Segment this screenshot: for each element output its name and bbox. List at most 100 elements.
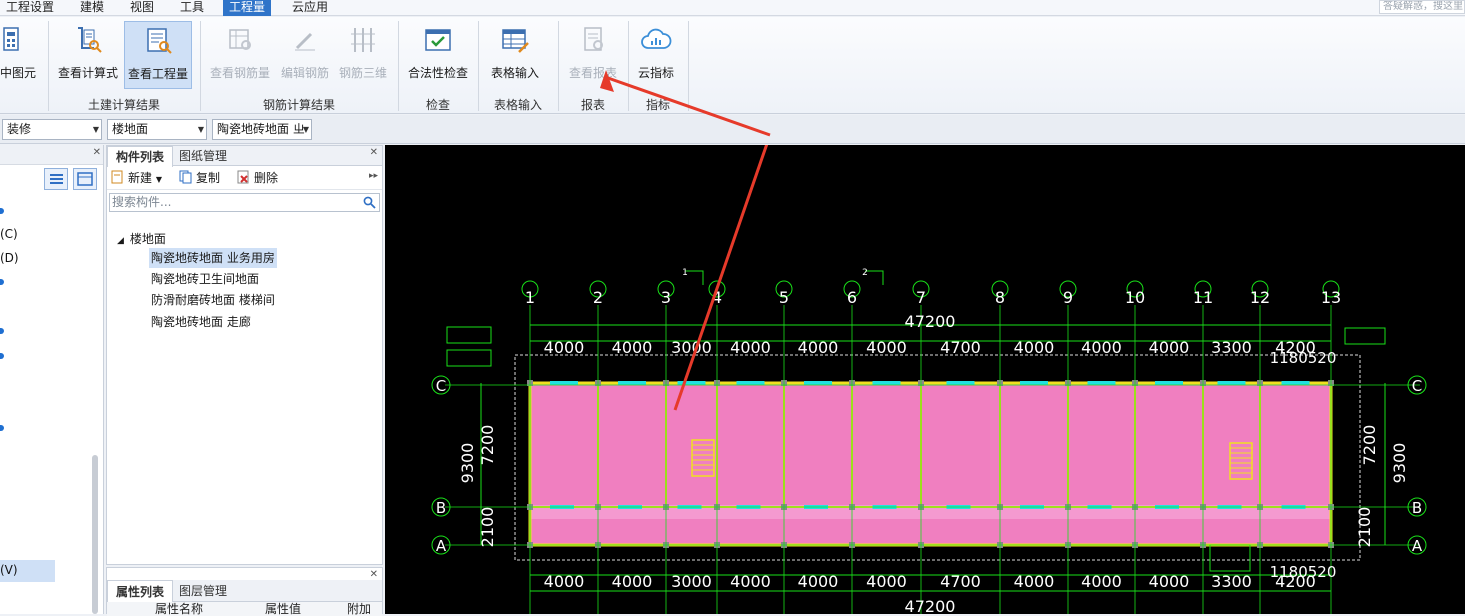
close-icon[interactable]: ✕ xyxy=(370,569,378,580)
menu-modeling[interactable]: 建模 xyxy=(74,0,110,16)
view-quantity-button[interactable]: 查看工程量 xyxy=(124,21,192,89)
list-view-button[interactable] xyxy=(44,168,68,190)
grid-view-button[interactable] xyxy=(73,168,97,190)
tab-drawing-management[interactable]: 图纸管理 xyxy=(171,146,235,167)
quantity-sheet-icon xyxy=(147,28,172,54)
close-icon[interactable]: ✕ xyxy=(370,147,378,158)
menu-view[interactable]: 视图 xyxy=(124,0,160,16)
group-check: 检查 xyxy=(425,98,450,112)
edit-rebar-button[interactable]: 编辑钢筋 xyxy=(276,21,334,89)
check-icon xyxy=(425,29,451,51)
bay-dimension-label: 3000 xyxy=(671,338,712,357)
axis-letter-label: A xyxy=(1412,537,1423,555)
nav-row-v[interactable]: (V) xyxy=(0,563,18,577)
tab-layer-management[interactable]: 图层管理 xyxy=(171,580,235,602)
edit-rebar-label: 编辑钢筋 xyxy=(280,66,329,80)
bay-dimension-label: 4700 xyxy=(940,572,981,591)
nav-row-d[interactable]: (D) xyxy=(0,251,19,265)
menu-project-settings[interactable]: 工程设置 xyxy=(0,0,60,16)
menu-tools[interactable]: 工具 xyxy=(174,0,210,16)
partial-element-button[interactable]: 中图元 xyxy=(0,21,42,89)
table-input-button[interactable]: 表格输入 xyxy=(484,21,546,89)
delete-component-button[interactable]: 删除 xyxy=(237,169,278,187)
view-report-label: 查看报表 xyxy=(568,66,617,80)
menu-bar: 工程设置 建模 视图 工具 工程量 云应用 答疑解惑，搜这里 xyxy=(0,0,1465,16)
chevron-down-icon: ▼ xyxy=(92,125,99,134)
side-segment-label: 7200 xyxy=(1360,425,1379,466)
bay-dimension-label: 4000 xyxy=(544,338,585,357)
cloud-chart-icon xyxy=(641,28,672,49)
more-icon[interactable]: ▸▸ xyxy=(369,171,378,181)
view-report-button[interactable]: 查看报表 xyxy=(564,21,622,89)
chevron-down-icon: ▼ xyxy=(155,175,162,184)
help-search-input[interactable]: 答疑解惑，搜这里 xyxy=(1379,0,1465,14)
window xyxy=(1020,381,1048,385)
nav-row-c[interactable]: (C) xyxy=(0,227,18,241)
bay-dimension-label: 4000 xyxy=(1081,572,1122,591)
close-icon[interactable]: ✕ xyxy=(93,147,101,158)
new-file-icon xyxy=(111,170,123,184)
tab-property-list[interactable]: 属性列表 xyxy=(107,580,174,602)
component-select[interactable]: 陶瓷地砖地面 ㄓ ▼ xyxy=(212,119,312,140)
annotation-arrow xyxy=(673,145,769,411)
menu-quantity[interactable]: 工程量 xyxy=(223,0,272,16)
window xyxy=(677,381,706,385)
ribbon: 中图元 查看计算式 查看工程量 土建计算结果 查看钢筋量 编辑钢筋 钢筋三维 钢… xyxy=(0,17,1465,114)
subcategory-select[interactable]: 楼地面 ▼ xyxy=(107,119,207,140)
table-pencil-icon xyxy=(502,29,529,53)
window xyxy=(1155,381,1183,385)
rebar-3d-button[interactable]: 钢筋三维 xyxy=(336,21,390,89)
scrollbar[interactable] xyxy=(92,455,98,614)
window xyxy=(550,381,578,385)
search-icon[interactable] xyxy=(363,196,376,209)
group-report: 报表 xyxy=(580,98,605,112)
axis-letter-label: C xyxy=(436,377,446,395)
side-segment-label: 2100 xyxy=(1355,507,1374,548)
tree-node-marker xyxy=(0,279,4,285)
floor-plan-drawing[interactable]: 1 2 3 4 5 6 7 8 9 10 11 12 1340004000400040003000300… xyxy=(385,145,1465,614)
bay-dimension-label: 4000 xyxy=(612,572,653,591)
cloud-index-button[interactable]: 云指标 xyxy=(632,21,680,89)
axis-letter-label: A xyxy=(436,537,447,555)
view-rebar-quantity-label: 查看钢筋量 xyxy=(209,66,270,80)
view-formula-button[interactable]: 查看计算式 xyxy=(55,21,121,89)
delete-label: 删除 xyxy=(254,171,279,185)
bay-dimension-label: 4000 xyxy=(1149,338,1190,357)
bay-dimension-label: 4000 xyxy=(1014,572,1055,591)
drawing-canvas[interactable]: 1 2 3 4 5 6 7 8 9 10 11 12 13 4000 4000 4000 4000 3000 300… xyxy=(385,145,1465,614)
copy-component-button[interactable]: 复制 xyxy=(179,169,220,187)
tree-item[interactable]: 陶瓷地砖卫生间地面 xyxy=(149,269,261,289)
category-select[interactable]: 装修 ▼ xyxy=(2,119,102,140)
axis-letter-label: B xyxy=(436,499,446,517)
menu-cloud-app[interactable]: 云应用 xyxy=(286,0,334,16)
bay-dimension-label: 3000 xyxy=(671,572,712,591)
group-table-input: 表格输入 xyxy=(493,98,542,112)
total-dimension-label: 47200 xyxy=(905,312,956,331)
tree-item[interactable]: 陶瓷地砖地面 业务用房 xyxy=(149,248,277,268)
tab-component-list[interactable]: 构件列表 xyxy=(107,146,174,167)
tree-item[interactable]: 陶瓷地砖地面 走廊 xyxy=(149,312,253,332)
section-mark-label: 1 xyxy=(682,268,688,278)
axis-number-label: 10 xyxy=(1125,288,1145,307)
bay-dimension-label: 4000 xyxy=(544,572,585,591)
grid-icon xyxy=(77,172,93,186)
collapse-triangle-icon[interactable]: ◢ xyxy=(117,236,124,246)
floor-area xyxy=(530,383,1331,545)
tree-node-marker xyxy=(0,208,4,214)
chevron-down-icon: ▼ xyxy=(197,125,204,134)
category-value: 装修 xyxy=(7,122,32,136)
view-formula-label: 查看计算式 xyxy=(57,66,118,80)
new-component-button[interactable]: 新建 ▼ xyxy=(111,169,162,189)
tree-root-floor[interactable]: ◢ 楼地面 xyxy=(117,230,166,247)
tree-item[interactable]: 防滑耐磨砖地面 楼梯间 xyxy=(149,290,277,310)
group-rebar-results: 钢筋计算结果 xyxy=(262,98,335,112)
axis-number-label: 9 xyxy=(1063,288,1073,307)
legality-check-button[interactable]: 合法性检查 xyxy=(404,21,472,89)
side-dimension-label: 9300 xyxy=(1390,443,1409,484)
property-panel-tabs: 属性列表 图层管理 ✕ xyxy=(107,569,382,602)
component-search-input[interactable]: 搜索构件... xyxy=(109,193,380,212)
property-panel: 属性列表 图层管理 ✕ 属性名称 属性值 附加 xyxy=(106,567,383,616)
view-rebar-quantity-button[interactable]: 查看钢筋量 xyxy=(206,21,274,89)
window xyxy=(1281,381,1310,385)
axis-number-label: 2 xyxy=(593,288,603,307)
